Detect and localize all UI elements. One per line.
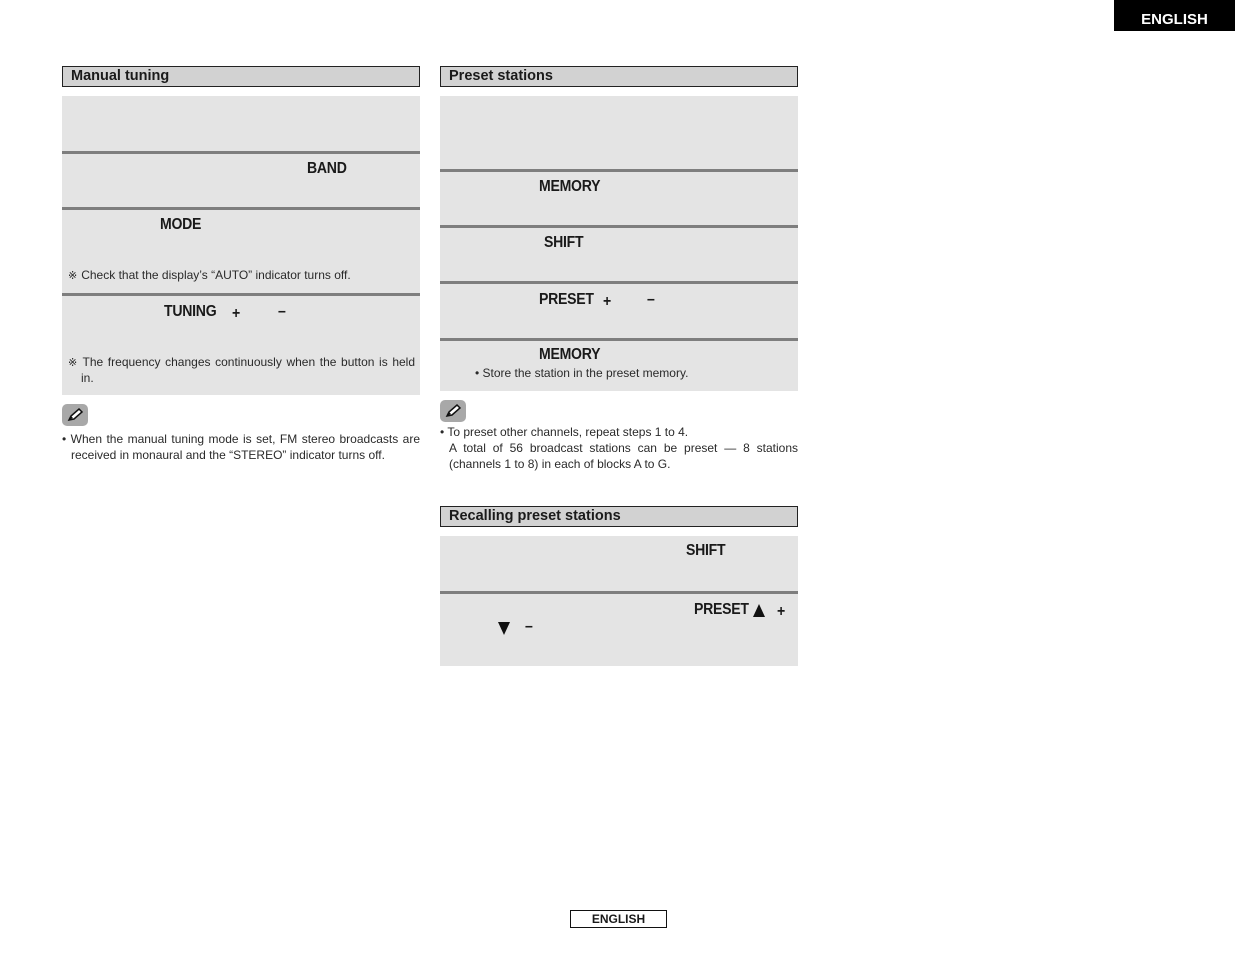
language-tab-label: ENGLISH xyxy=(1141,11,1208,28)
note-text: Check that the display’s “AUTO” indicato… xyxy=(81,268,351,282)
recall-minus-label: – xyxy=(525,618,533,635)
preset-stations-section: Preset stations MEMORY SHIFT PRESET + – … xyxy=(440,66,798,472)
pencil-icon xyxy=(62,404,88,426)
memory-store-key-label: MEMORY xyxy=(539,346,601,363)
preset-minus-label: – xyxy=(647,291,655,308)
triangle-down-icon xyxy=(498,620,510,638)
language-tab: ENGLISH xyxy=(1114,0,1235,31)
triangle-up-icon xyxy=(753,602,765,620)
preset-tip-line-1: • To preset other channels, repeat steps… xyxy=(440,425,689,439)
tuning-key-label: TUNING xyxy=(164,303,217,320)
preset-step-3: SHIFT xyxy=(440,225,798,281)
footer-language-label: ENGLISH xyxy=(570,910,667,928)
recall-step-2: PRESET + – xyxy=(440,591,798,666)
preset-step-4: PRESET + – xyxy=(440,281,798,338)
note-mark: ※ xyxy=(68,270,78,282)
preset-step-1 xyxy=(440,96,798,169)
shift-key-label: SHIFT xyxy=(544,234,584,251)
manual-step-3: MODE ※ Check that the display’s “AUTO” in… xyxy=(62,207,420,293)
preset-step-5: MEMORY • Store the station in the preset… xyxy=(440,338,798,391)
note-text: The frequency changes continuously when … xyxy=(81,355,416,385)
recall-shift-key-label: SHIFT xyxy=(686,542,726,559)
preset-tip-line-2: A total of 56 broadcast stations can be … xyxy=(449,441,798,471)
memory-key-label: MEMORY xyxy=(539,178,601,195)
store-station-note: • Store the station in the preset memory… xyxy=(475,366,689,380)
frequency-note: ※ The frequency changes continuously when… xyxy=(68,355,415,386)
recall-plus-label: + xyxy=(777,603,785,620)
manual-step-2: BAND xyxy=(62,151,420,207)
manual-tuning-steps: BAND MODE ※ Check that the display’s “AUT… xyxy=(62,96,420,395)
manual-tuning-tip: • When the manual tuning mode is set, FM… xyxy=(62,404,420,463)
recall-step-1: SHIFT xyxy=(440,536,798,591)
manual-step-1 xyxy=(62,96,420,151)
preset-stations-tip: • To preset other channels, repeat steps… xyxy=(440,400,798,472)
section-title-manual-tuning: Manual tuning xyxy=(62,66,420,87)
preset-key-label: PRESET xyxy=(539,291,594,308)
section-title-preset-stations: Preset stations xyxy=(440,66,798,87)
manual-tuning-tip-text: • When the manual tuning mode is set, FM… xyxy=(62,432,420,462)
preset-stations-steps: MEMORY SHIFT PRESET + – MEMORY • Store t… xyxy=(440,96,798,391)
note-mark: ※ xyxy=(68,357,79,369)
band-key-label: BAND xyxy=(307,160,347,177)
pencil-icon xyxy=(440,400,466,422)
preset-plus-label: + xyxy=(603,293,611,310)
preset-step-2: MEMORY xyxy=(440,169,798,225)
tuning-plus-label: + xyxy=(232,305,240,322)
recall-preset-key-label: PRESET xyxy=(694,601,749,618)
recalling-preset-stations-section: Recalling preset stations SHIFT PRESET +… xyxy=(440,506,798,666)
manual-tuning-section: Manual tuning BAND MODE ※ Check that the … xyxy=(62,66,420,463)
tuning-minus-label: – xyxy=(278,303,286,320)
recalling-steps: SHIFT PRESET + – xyxy=(440,536,798,666)
section-title-recalling-preset-stations: Recalling preset stations xyxy=(440,506,798,527)
auto-indicator-note: ※ Check that the display’s “AUTO” indicat… xyxy=(68,268,351,284)
mode-key-label: MODE xyxy=(160,216,202,233)
manual-step-4: TUNING + – ※ The frequency changes contin… xyxy=(62,293,420,395)
